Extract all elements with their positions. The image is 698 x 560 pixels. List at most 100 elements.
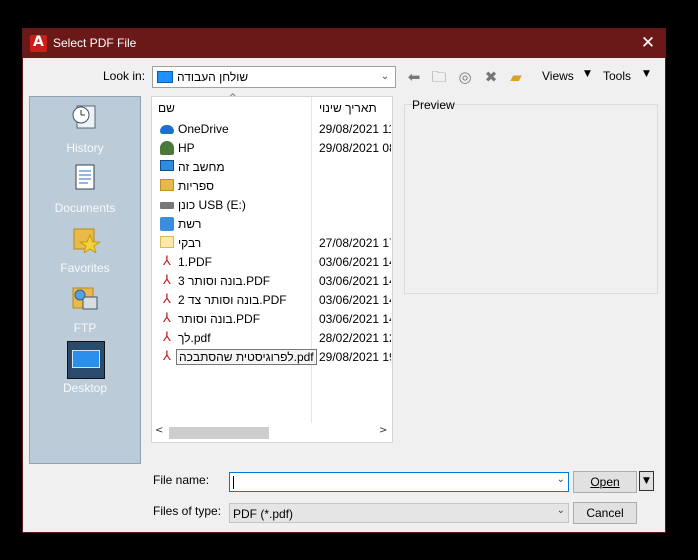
computer-icon: [160, 160, 174, 171]
list-item[interactable]: ⅄ לך.pdf 28/02/2021 12:: [152, 329, 392, 348]
cancel-button[interactable]: Cancel: [573, 502, 637, 524]
place-history[interactable]: History: [30, 103, 140, 163]
pdf-icon: ⅄: [160, 293, 174, 307]
favorites-icon: [70, 223, 102, 255]
place-label: Favorites: [60, 261, 110, 275]
list-item[interactable]: מחשב זה: [152, 158, 392, 177]
list-item[interactable]: כונן USB (E:): [152, 196, 392, 215]
scroll-right-icon[interactable]: >: [379, 425, 387, 436]
file-list[interactable]: ^ שם תאריך שינוי OneDrive 29/08/2021 11:…: [151, 93, 393, 443]
pdf-icon: ⅄: [160, 350, 174, 364]
list-item[interactable]: ⅄ בונה וסותר צד 2.PDF 03/06/2021 14:: [152, 291, 392, 310]
place-label: Documents: [54, 201, 116, 215]
lookin-dropdown[interactable]: שולחן העבודה ⌄: [152, 66, 396, 88]
list-item[interactable]: רבקי 27/08/2021 17:: [152, 234, 392, 253]
file-date: 03/06/2021 14:: [319, 312, 391, 326]
open-options-arrow-icon[interactable]: ▼: [639, 471, 654, 491]
place-label: History: [66, 141, 104, 155]
delete-icon[interactable]: ✖: [481, 67, 501, 87]
cloud-icon: [160, 125, 174, 134]
up-folder-icon[interactable]: 🗀: [429, 67, 449, 87]
pdf-icon: ⅄: [160, 274, 174, 288]
file-name: בונה וסותר צד 2.PDF: [178, 293, 287, 307]
title-bar: Select PDF File ✕: [23, 29, 665, 58]
select-pdf-dialog: Select PDF File ✕ Look in: שולחן העבודה …: [22, 28, 666, 533]
file-name-tooltip: לפרוגיסטית שהסתבכה.pdf: [176, 349, 317, 365]
filetype-value: PDF (*.pdf): [233, 507, 294, 521]
file-name: מחשב זה: [178, 160, 225, 174]
filetype-dropdown[interactable]: PDF (*.pdf) ⌄: [229, 503, 569, 523]
folder-icon: [160, 236, 174, 248]
file-date: 29/08/2021 11:: [319, 122, 391, 136]
history-icon: [70, 103, 100, 133]
text-caret: [233, 476, 234, 489]
open-button[interactable]: Open: [573, 471, 637, 493]
file-date: 28/02/2021 12:: [319, 331, 391, 345]
list-item[interactable]: ⅄ 1.PDF 03/06/2021 14:: [152, 253, 392, 272]
open-button-label: Open: [590, 475, 620, 489]
list-item[interactable]: רשת: [152, 215, 392, 234]
list-item[interactable]: ⅄ בונה וסותר.PDF 03/06/2021 14:: [152, 310, 392, 329]
filename-input[interactable]: ⌄: [229, 472, 569, 492]
search-web-icon[interactable]: ◎: [455, 67, 475, 87]
places-bar: History Documents Favorites FTP Desktop: [29, 96, 141, 464]
list-item[interactable]: ⅄ בונה וסותר 3.PDF 03/06/2021 14:: [152, 272, 392, 291]
chevron-down-icon: ⌄: [380, 71, 390, 82]
pdf-icon: ⅄: [160, 312, 174, 326]
place-documents[interactable]: Documents: [30, 163, 140, 223]
back-icon[interactable]: ⬅: [404, 67, 424, 87]
place-desktop[interactable]: Desktop: [30, 341, 140, 403]
user-icon: [160, 141, 174, 155]
dialog-title: Select PDF File: [53, 36, 137, 50]
list-item[interactable]: OneDrive 29/08/2021 11:: [152, 120, 392, 139]
filename-label: File name:: [153, 473, 210, 487]
views-menu[interactable]: Views: [542, 69, 574, 83]
autocad-logo-icon: [30, 34, 47, 52]
tools-dropdown-arrow-icon[interactable]: ▼: [643, 69, 650, 79]
place-label: FTP: [73, 321, 97, 335]
chevron-down-icon[interactable]: ⌄: [557, 474, 565, 485]
documents-icon: [70, 163, 100, 193]
place-label: Desktop: [62, 381, 108, 395]
file-name: בונה וסותר.PDF: [178, 312, 261, 326]
close-button[interactable]: ✕: [637, 33, 659, 53]
network-icon: [160, 217, 174, 231]
column-header-name[interactable]: שם: [158, 101, 175, 115]
file-date: 29/08/2021 19:: [319, 350, 391, 364]
pdf-icon: ⅄: [160, 331, 174, 345]
file-name: OneDrive: [178, 122, 229, 136]
place-ftp[interactable]: FTP: [30, 283, 140, 343]
file-name: רבקי: [178, 236, 202, 250]
file-name: כונן USB (E:): [178, 198, 246, 212]
views-dropdown-arrow-icon[interactable]: ▼: [584, 69, 591, 79]
scrollbar-thumb[interactable]: [169, 427, 269, 439]
file-name: רשת: [178, 217, 202, 231]
usb-drive-icon: [160, 202, 174, 209]
file-name: לך.pdf: [178, 331, 211, 345]
lookin-label: Look in:: [103, 69, 146, 83]
file-date: 03/06/2021 14:: [319, 255, 391, 269]
desktop-icon: [67, 341, 105, 379]
ftp-icon: [70, 283, 100, 313]
file-date: 29/08/2021 08:: [319, 141, 391, 155]
file-date: 27/08/2021 17:: [319, 236, 391, 250]
horizontal-scrollbar[interactable]: < >: [152, 423, 392, 442]
tools-menu[interactable]: Tools: [603, 69, 631, 83]
list-item[interactable]: ספריות: [152, 177, 392, 196]
place-favorites[interactable]: Favorites: [30, 223, 140, 283]
file-date: 03/06/2021 14:: [319, 293, 391, 307]
lookin-value: שולחן העבודה: [177, 70, 249, 84]
desktop-icon: [157, 71, 173, 83]
pdf-icon: ⅄: [160, 255, 174, 269]
new-folder-icon[interactable]: ▰: [506, 67, 526, 87]
file-name: ספריות: [178, 179, 215, 193]
library-icon: [160, 179, 174, 191]
file-name: HP: [178, 141, 195, 155]
scroll-left-icon[interactable]: <: [155, 425, 163, 436]
list-item[interactable]: ⅄ לפרוגיסטית שהסתבכה.pdf 29/08/2021 19:: [152, 348, 392, 367]
preview-label: Preview: [412, 98, 455, 112]
chevron-down-icon: ⌄: [556, 505, 565, 516]
file-name: 1.PDF: [178, 255, 213, 269]
column-header-date[interactable]: תאריך שינוי: [319, 101, 377, 115]
list-item[interactable]: HP 29/08/2021 08:: [152, 139, 392, 158]
